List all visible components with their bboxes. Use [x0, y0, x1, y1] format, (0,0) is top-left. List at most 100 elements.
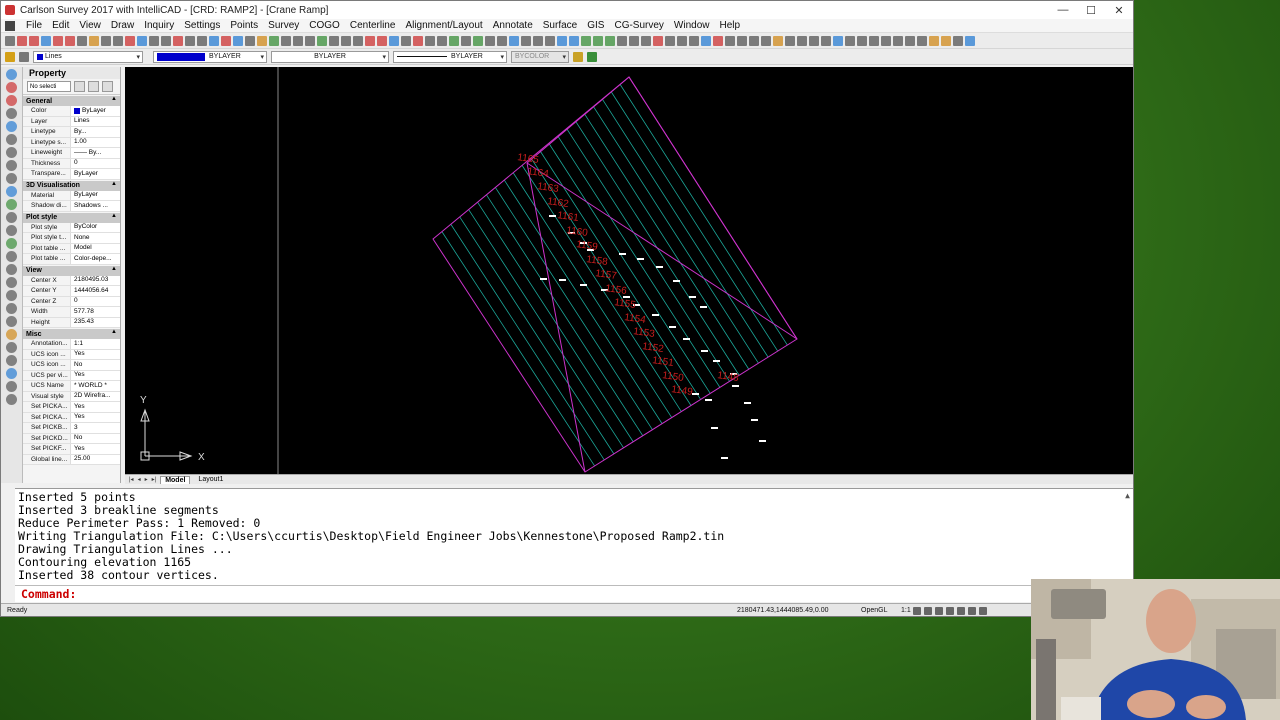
- property-row[interactable]: Height 235.43: [23, 317, 120, 328]
- toolbar-tool-icon[interactable]: [569, 35, 579, 46]
- polar-icon[interactable]: [946, 606, 954, 615]
- toolbar-tool-icon[interactable]: [173, 35, 183, 46]
- maximize-button[interactable]: ☐: [1077, 1, 1105, 19]
- property-value[interactable]: ByLayer: [71, 190, 120, 200]
- toolbar-tool-icon[interactable]: [89, 35, 99, 46]
- side-tool-icon[interactable]: [6, 355, 17, 366]
- command-input[interactable]: [80, 587, 1031, 601]
- lineweight-toggle-icon[interactable]: [968, 606, 976, 615]
- model-space-icon[interactable]: [979, 606, 987, 615]
- menu-edit[interactable]: Edit: [47, 20, 74, 31]
- toolbar-tool-icon[interactable]: [593, 35, 603, 46]
- side-tool-icon[interactable]: [6, 238, 17, 249]
- toolbar-tool-icon[interactable]: [485, 35, 495, 46]
- property-value[interactable]: 3: [71, 423, 120, 433]
- side-tool-icon[interactable]: [6, 160, 17, 171]
- toolbar-tool-icon[interactable]: [29, 35, 39, 46]
- property-value[interactable]: ByLayer: [71, 169, 120, 179]
- menu-centerline[interactable]: Centerline: [345, 20, 401, 31]
- side-tool-icon[interactable]: [6, 134, 17, 145]
- toolbar-tool-icon[interactable]: [953, 35, 963, 46]
- collapse-icon[interactable]: ▲: [111, 213, 117, 219]
- toolbar-tool-icon[interactable]: [209, 35, 219, 46]
- toolbar-tool-icon[interactable]: [713, 35, 723, 46]
- menu-file[interactable]: File: [21, 20, 47, 31]
- toolbar-tool-icon[interactable]: [281, 35, 291, 46]
- property-row[interactable]: Visual style 2D Wirefra...: [23, 391, 120, 402]
- property-row[interactable]: Plot style ByColor: [23, 222, 120, 233]
- toolbar-tool-icon[interactable]: [377, 35, 387, 46]
- toolbar-tool-icon[interactable]: [845, 35, 855, 46]
- toolbar-tool-icon[interactable]: [725, 35, 735, 46]
- toolbar-tool-icon[interactable]: [461, 35, 471, 46]
- property-row[interactable]: UCS Name * WORLD *: [23, 381, 120, 392]
- property-row[interactable]: Plot table ... Color-depe...: [23, 254, 120, 265]
- property-row[interactable]: Lineweight —— By...: [23, 148, 120, 159]
- toolbar-tool-icon[interactable]: [941, 35, 951, 46]
- tab-nav-prev-icon[interactable]: ◂: [138, 476, 141, 483]
- toolbar-tool-icon[interactable]: [245, 35, 255, 46]
- osnap-icon[interactable]: [957, 606, 965, 615]
- menu-alignment-layout[interactable]: Alignment/Layout: [400, 20, 487, 31]
- side-tool-icon[interactable]: [6, 147, 17, 158]
- side-tool-icon[interactable]: [6, 225, 17, 236]
- toolbar-tool-icon[interactable]: [293, 35, 303, 46]
- property-row[interactable]: Layer Lines: [23, 116, 120, 127]
- lineweight-select[interactable]: BYLAYER ▾: [393, 50, 507, 63]
- collapse-icon[interactable]: ▲: [111, 329, 117, 335]
- menu-cogo[interactable]: COGO: [304, 20, 345, 31]
- close-button[interactable]: ✕: [1105, 1, 1133, 19]
- toolbar-tool-icon[interactable]: [617, 35, 627, 46]
- toolbar-tool-icon[interactable]: [557, 35, 567, 46]
- property-row[interactable]: Set PICKB... 3: [23, 423, 120, 434]
- property-value[interactable]: 2180495.03: [71, 275, 120, 285]
- layer-select[interactable]: Lines ▾: [33, 50, 143, 63]
- side-tool-icon[interactable]: [6, 69, 17, 80]
- property-row[interactable]: Plot table ... Model: [23, 243, 120, 254]
- property-value[interactable]: Yes: [71, 412, 120, 422]
- property-value[interactable]: No: [71, 433, 120, 443]
- toolbar-tool-icon[interactable]: [665, 35, 675, 46]
- property-row[interactable]: Color ByLayer: [23, 106, 120, 117]
- property-value[interactable]: 1.00: [71, 137, 120, 147]
- toolbar-tool-icon[interactable]: [821, 35, 831, 46]
- toolbar-tool-icon[interactable]: [401, 35, 411, 46]
- toolbar-tool-icon[interactable]: [389, 35, 399, 46]
- toolbar-tool-icon[interactable]: [149, 35, 159, 46]
- property-row[interactable]: Width 577.78: [23, 307, 120, 318]
- property-row[interactable]: Center X 2180495.03: [23, 275, 120, 286]
- toolbar-tool-icon[interactable]: [137, 35, 147, 46]
- toolbar-tool-icon[interactable]: [893, 35, 903, 46]
- section-plot-style[interactable]: Plot style ▲: [23, 212, 120, 223]
- toggle-pickadd-icon[interactable]: [74, 81, 85, 92]
- property-value[interactable]: 235.43: [71, 317, 120, 327]
- toolbar-tool-icon[interactable]: [869, 35, 879, 46]
- menu-gis[interactable]: GIS: [582, 20, 609, 31]
- toolbar-tool-icon[interactable]: [749, 35, 759, 46]
- toolbar-tool-icon[interactable]: [5, 35, 15, 46]
- toolbar-tool-icon[interactable]: [497, 35, 507, 46]
- toolbar-tool-icon[interactable]: [41, 35, 51, 46]
- property-row[interactable]: Thickness 0: [23, 158, 120, 169]
- side-tool-icon[interactable]: [6, 199, 17, 210]
- toolbar-tool-icon[interactable]: [809, 35, 819, 46]
- property-row[interactable]: Annotation... 1:1: [23, 339, 120, 350]
- menu-survey[interactable]: Survey: [263, 20, 304, 31]
- property-row[interactable]: Set PICKD... No: [23, 433, 120, 444]
- property-value[interactable]: 1444056.64: [71, 286, 120, 296]
- side-tool-icon[interactable]: [6, 173, 17, 184]
- drawing-canvas[interactable]: 1165 1164 1163 1162 1161 1160 1159 1158 1157 1156…: [125, 67, 1133, 474]
- tab-model[interactable]: Model: [160, 475, 191, 484]
- side-tool-icon[interactable]: [6, 108, 17, 119]
- layer-manager-icon[interactable]: [19, 51, 29, 62]
- section-3d-visualisation[interactable]: 3D Visualisation ▲: [23, 180, 120, 191]
- menu-inquiry[interactable]: Inquiry: [139, 20, 179, 31]
- property-value[interactable]: 1:1: [71, 339, 120, 349]
- tab-nav-first-icon[interactable]: |◂: [129, 476, 134, 483]
- toolbar-tool-icon[interactable]: [737, 35, 747, 46]
- toolbar-tool-icon[interactable]: [785, 35, 795, 46]
- property-row[interactable]: Transpare... ByLayer: [23, 169, 120, 180]
- toolbar-tool-icon[interactable]: [329, 35, 339, 46]
- property-value[interactable]: None: [71, 233, 120, 243]
- minimize-button[interactable]: —: [1049, 1, 1077, 19]
